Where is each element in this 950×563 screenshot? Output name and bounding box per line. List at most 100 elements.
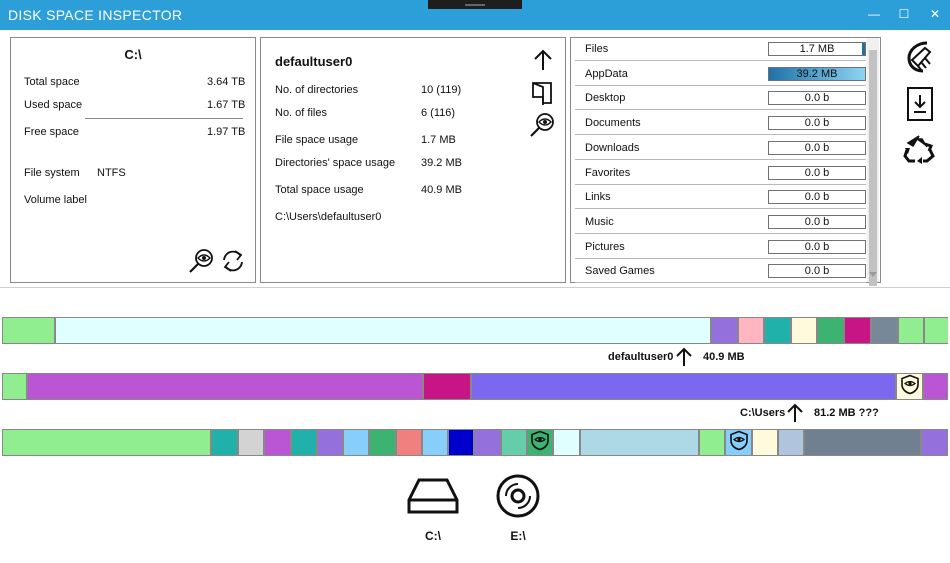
- usage-segment[interactable]: [778, 429, 804, 456]
- folder-size-bar: 0.0 b: [768, 264, 866, 279]
- up-arrow-icon[interactable]: [532, 48, 554, 72]
- folder-size-bar: 0.0 b: [768, 239, 866, 254]
- usage-segment[interactable]: [924, 317, 948, 344]
- usage-segment[interactable]: [264, 429, 291, 456]
- usage-segment[interactable]: [501, 429, 527, 456]
- usage-segment[interactable]: [764, 317, 791, 344]
- usage-segment[interactable]: [55, 317, 711, 344]
- folder-list-item[interactable]: Documents 0.0 b: [575, 112, 866, 136]
- folder-list-item[interactable]: Downloads 0.0 b: [575, 137, 866, 160]
- usage-segment[interactable]: [2, 429, 211, 456]
- folder-size-value: 0.0 b: [804, 166, 830, 179]
- title-bar: DISK SPACE INSPECTOR — ☐ ✕: [0, 0, 950, 30]
- window-handle[interactable]: [428, 0, 522, 9]
- usage-segment[interactable]: [921, 429, 948, 456]
- usage-segment[interactable]: [553, 429, 580, 456]
- dirs-label: No. of directories: [275, 84, 359, 96]
- total-usage-value: 40.9 MB: [421, 184, 462, 196]
- usage-segment[interactable]: [752, 429, 778, 456]
- up-level2-arrow-icon[interactable]: [786, 403, 804, 423]
- up-level1-arrow-icon[interactable]: [675, 347, 693, 367]
- folder-size-value: 0.0 b: [804, 215, 830, 228]
- scrollbar-thumb[interactable]: [869, 50, 877, 286]
- usage-segment[interactable]: [27, 373, 423, 400]
- refresh-icon[interactable]: [220, 248, 246, 274]
- usage-segment[interactable]: [898, 317, 924, 344]
- usage-segment[interactable]: [317, 429, 343, 456]
- usage-segment[interactable]: [817, 317, 844, 344]
- usage-segment[interactable]: [474, 429, 501, 456]
- folder-size-bar: 0.0 b: [768, 116, 866, 131]
- usage-segment[interactable]: [580, 429, 699, 456]
- folder-list-item[interactable]: Saved Games 0.0 b: [575, 260, 866, 284]
- usage-segment[interactable]: [844, 317, 871, 344]
- usage-segment[interactable]: [923, 373, 948, 400]
- open-folder-icon[interactable]: [531, 80, 553, 106]
- folder-list-item[interactable]: Music 0.0 b: [575, 211, 866, 234]
- minimize-button[interactable]: —: [859, 0, 889, 30]
- folder-info-panel: defaultuser0 No. of directories 10 (119)…: [260, 37, 566, 283]
- breadcrumb-level2-size: 81.2 MB ???: [814, 407, 879, 419]
- usage-segment[interactable]: [369, 429, 396, 456]
- usage-segment[interactable]: [422, 429, 448, 456]
- folder-size-value: 0.0 b: [804, 265, 830, 278]
- folder-size-bar: 0.0 b: [768, 91, 866, 106]
- protected-folder-icon: [729, 430, 748, 455]
- usage-segment[interactable]: [2, 373, 27, 400]
- usage-segment[interactable]: [448, 429, 474, 456]
- file-system-value: NTFS: [97, 167, 126, 179]
- folder-list-item[interactable]: AppData 39.2 MB: [575, 62, 866, 86]
- folder-list-scrollbar[interactable]: [867, 38, 879, 286]
- usage-segment[interactable]: [2, 317, 55, 344]
- folder-size-bar: 0.0 b: [768, 165, 866, 180]
- drive-e-label: E:\: [510, 529, 526, 543]
- usage-segment[interactable]: [343, 429, 369, 456]
- maximize-button[interactable]: ☐: [889, 0, 919, 30]
- usage-segment[interactable]: [211, 429, 238, 456]
- usage-segment[interactable]: [871, 317, 898, 344]
- inspect-folder-icon[interactable]: [529, 112, 555, 138]
- scroll-down-arrow-icon[interactable]: [869, 272, 877, 277]
- save-report-icon[interactable]: [905, 86, 935, 122]
- usage-strip-grandparent: [2, 429, 948, 456]
- hard-drive-icon: [407, 478, 459, 514]
- folder-size-value: 0.0 b: [804, 117, 830, 130]
- folder-list-item-name: Desktop: [585, 92, 626, 105]
- folder-size-bar: 0.0 b: [768, 214, 866, 229]
- usage-segment[interactable]: [396, 429, 422, 456]
- folder-list-item[interactable]: Favorites 0.0 b: [575, 162, 866, 185]
- usage-segment[interactable]: [699, 429, 725, 456]
- drive-c[interactable]: C:\: [403, 474, 463, 546]
- usage-segment[interactable]: [527, 429, 553, 456]
- usage-segment[interactable]: [471, 373, 896, 400]
- folder-size-value: 0.0 b: [804, 240, 830, 253]
- usage-segment[interactable]: [896, 373, 923, 400]
- drive-e[interactable]: E:\: [488, 474, 548, 546]
- recycle-icon[interactable]: [903, 134, 935, 164]
- usage-segment[interactable]: [791, 317, 817, 344]
- file-usage-value: 1.7 MB: [421, 134, 456, 146]
- folder-list-item[interactable]: Pictures 0.0 b: [575, 236, 866, 259]
- usage-segment[interactable]: [804, 429, 921, 456]
- folder-list-item-name: Downloads: [585, 141, 640, 154]
- folder-list-item[interactable]: Links 0.0 b: [575, 186, 866, 210]
- total-space-label: Total space: [24, 76, 80, 88]
- usage-segment[interactable]: [738, 317, 764, 344]
- usage-segment[interactable]: [725, 429, 752, 456]
- folder-list-item[interactable]: Files 1.7 MB: [575, 38, 866, 61]
- free-space-value: 1.97 TB: [207, 126, 246, 138]
- folder-name: defaultuser0: [275, 54, 353, 69]
- folder-list-item[interactable]: Desktop 0.0 b: [575, 87, 866, 111]
- breadcrumb-level1-size: 40.9 MB: [703, 351, 745, 363]
- broom-clean-icon[interactable]: [903, 40, 935, 74]
- folder-list-item-name: Files: [585, 43, 609, 55]
- usage-segment[interactable]: [238, 429, 264, 456]
- folder-list-item-name: Music: [585, 215, 614, 228]
- usage-segment[interactable]: [711, 317, 738, 344]
- dir-usage-label: Directories' space usage: [275, 157, 396, 169]
- folder-list-panel: Files 1.7 MB AppData 39.2 MB Desktop 0.0 b Doc…: [570, 37, 881, 284]
- close-button[interactable]: ✕: [920, 0, 950, 30]
- usage-segment[interactable]: [291, 429, 317, 456]
- usage-segment[interactable]: [423, 373, 471, 400]
- inspect-drive-icon[interactable]: [188, 248, 214, 274]
